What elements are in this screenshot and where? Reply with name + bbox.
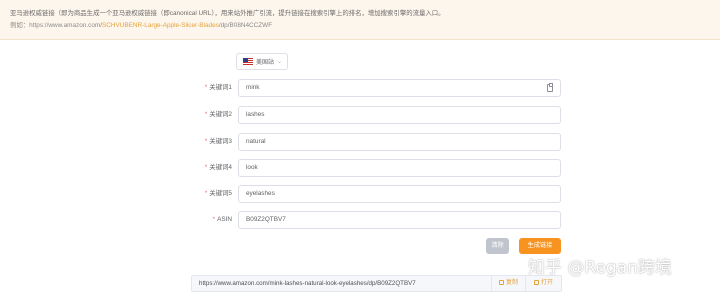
- keyword1-input[interactable]: mink: [238, 79, 561, 97]
- keyword2-input[interactable]: lashes: [238, 106, 561, 124]
- asin-value: B09Z2QTBV7: [246, 216, 286, 223]
- keyword4-value: look: [246, 164, 258, 171]
- result-link-bar: https://www.amazon.com/mink-lashes-natur…: [191, 275, 562, 292]
- copy-label: 复制: [505, 280, 518, 286]
- keyword3-label: * 关键词3: [204, 138, 232, 145]
- notice-example: 例如：https://www.amazon.com/SCHVUBENR-Larg…: [10, 21, 710, 30]
- clear-button[interactable]: 清除: [486, 238, 509, 254]
- marketplace-select[interactable]: 美国站 ⌄: [236, 53, 288, 70]
- chevron-down-icon: ⌄: [276, 59, 282, 65]
- keyword3-input[interactable]: natural: [238, 133, 561, 151]
- keyword3-value: natural: [246, 138, 266, 145]
- us-flag-icon: [243, 58, 253, 65]
- asin-input[interactable]: B09Z2QTBV7: [238, 211, 561, 229]
- marketplace-value: 美国站: [256, 60, 275, 66]
- form-row-keyword5: * 关键词5 eyelashes: [0, 185, 720, 203]
- form-row-keyword2: * 关键词2 lashes: [0, 106, 720, 124]
- keyword2-value: lashes: [246, 111, 265, 118]
- keyword5-input[interactable]: eyelashes: [238, 185, 561, 203]
- info-notice: 亚马逊权威链接（即为商品生成一个亚马逊权威链接（即canonical URL），…: [0, 0, 720, 40]
- generate-link-button[interactable]: 生成链接: [519, 238, 561, 254]
- open-label: 打开: [540, 280, 553, 286]
- keyword5-label: * 关键词5: [204, 190, 232, 197]
- external-link-icon: [533, 280, 539, 285]
- clipboard-icon[interactable]: [547, 83, 553, 92]
- example-keywords: SCHVUBENR-Large-Apple-Slicer-Blades: [101, 22, 219, 29]
- keyword1-value: mink: [246, 84, 260, 91]
- keyword4-label: * 关键词4: [204, 164, 232, 171]
- keyword5-value: eyelashes: [246, 190, 275, 197]
- asin-label: * ASIN: [212, 216, 232, 223]
- open-button[interactable]: 打开: [525, 276, 561, 291]
- form-row-keyword3: * 关键词3 natural: [0, 133, 720, 151]
- form-row-keyword4: * 关键词4 look: [0, 159, 720, 177]
- copy-icon: [498, 280, 504, 285]
- keyword2-label: * 关键词2: [204, 111, 232, 118]
- keyword4-input[interactable]: look: [238, 159, 561, 177]
- example-suffix: /dp/B08N4CCZWF: [218, 22, 273, 29]
- form-row-keyword1: * 关键词1 mink: [0, 79, 720, 97]
- copy-button[interactable]: 复制: [491, 276, 525, 291]
- notice-description: 亚马逊权威链接（即为商品生成一个亚马逊权威链接（即canonical URL），…: [10, 10, 445, 17]
- example-prefix: 例如：https://www.amazon.com/: [10, 22, 102, 29]
- form-row-asin: * ASIN B09Z2QTBV7: [0, 211, 720, 229]
- generated-url: https://www.amazon.com/mink-lashes-natur…: [199, 280, 416, 287]
- keyword1-label: * 关键词1: [204, 84, 232, 91]
